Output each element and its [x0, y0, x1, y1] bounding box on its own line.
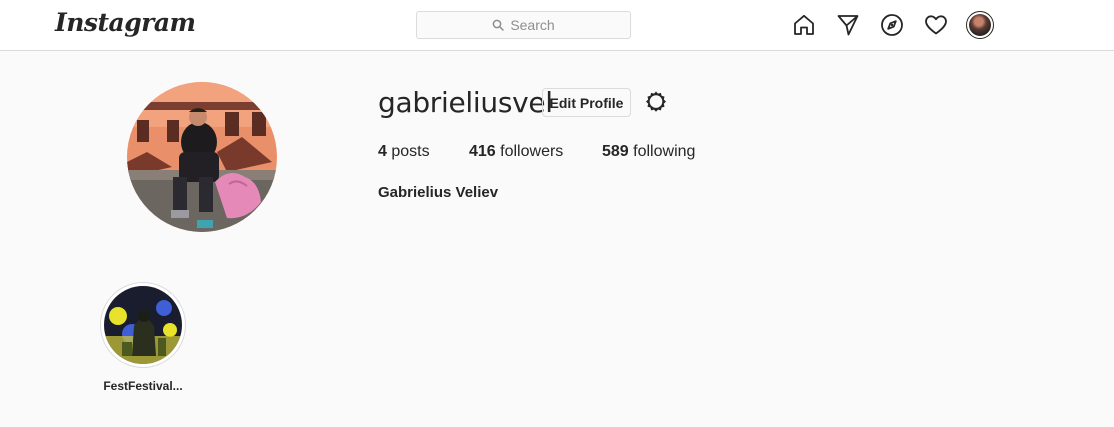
highlight-label: FestFestival...	[103, 379, 183, 393]
following-link[interactable]: 589 following	[602, 143, 695, 161]
top-navigation-bar: Instagram Search	[0, 0, 1114, 51]
settings-gear-icon[interactable]	[643, 89, 669, 115]
highlight-cover-image	[104, 286, 182, 364]
followers-link[interactable]: 416 followers	[469, 143, 563, 161]
posts-count: 4 posts	[378, 143, 430, 161]
following-number: 589	[602, 143, 629, 160]
profile-picture[interactable]	[127, 82, 277, 232]
activity-heart-icon[interactable]	[924, 13, 948, 37]
explore-compass-icon[interactable]	[880, 13, 904, 37]
home-icon[interactable]	[792, 13, 816, 37]
followers-number: 416	[469, 143, 496, 160]
posts-number: 4	[378, 143, 387, 160]
followers-label: followers	[500, 143, 564, 160]
profile-full-name: Gabrielius Veliev	[378, 184, 499, 201]
highlight-cover-ring	[100, 282, 186, 368]
search-box[interactable]: Search	[416, 11, 631, 39]
posts-label: posts	[391, 143, 430, 160]
search-icon	[492, 19, 505, 31]
direct-message-icon[interactable]	[836, 13, 860, 37]
profile-username: gabrieliusvel	[378, 86, 553, 119]
profile-avatar-nav[interactable]	[966, 11, 994, 39]
avatar-image	[969, 14, 991, 36]
story-highlight[interactable]: FestFestival...	[100, 282, 186, 393]
following-label: following	[633, 143, 696, 160]
edit-profile-button[interactable]: Edit Profile	[542, 88, 631, 117]
instagram-logo[interactable]: Instagram	[55, 8, 196, 37]
search-placeholder: Search	[510, 17, 555, 33]
